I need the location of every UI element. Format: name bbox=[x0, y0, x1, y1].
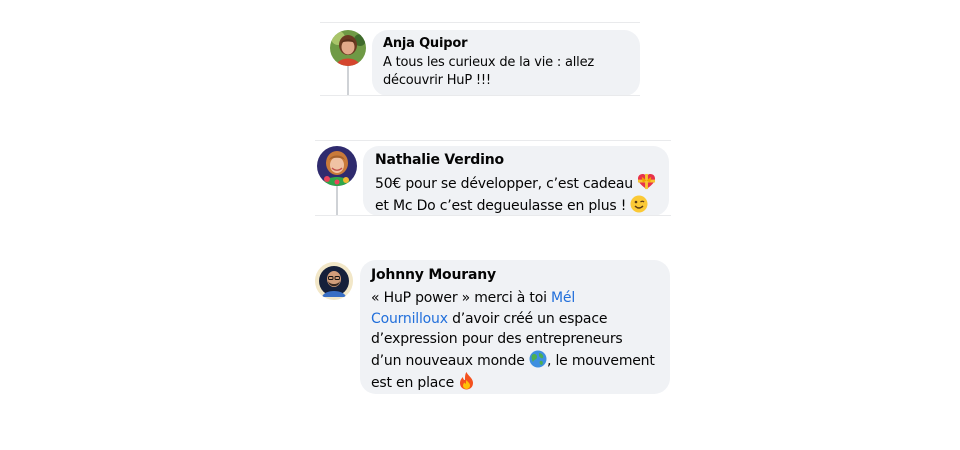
mention-link[interactable]: Mél bbox=[551, 290, 575, 306]
thread-line bbox=[336, 186, 338, 216]
separator bbox=[315, 215, 671, 216]
author-name[interactable]: Anja Quipor bbox=[383, 36, 629, 52]
globe-emoji bbox=[529, 350, 547, 368]
comment-line: , le mouvement bbox=[546, 352, 655, 369]
comment-line: A tous les curieux de la vie : allez bbox=[383, 55, 594, 70]
separator bbox=[315, 140, 671, 141]
author-name[interactable]: Nathalie Verdino bbox=[375, 152, 657, 169]
comment-line: d’un nouveaux monde bbox=[371, 352, 525, 369]
separator bbox=[320, 22, 640, 23]
mention-link[interactable]: Cournilloux bbox=[371, 311, 448, 327]
winking-face-emoji bbox=[630, 195, 648, 213]
comment-line: et Mc Do c’est degueulasse en plus ! bbox=[375, 198, 627, 214]
comment-text: A tous les curieux de la vie : allez déc… bbox=[383, 54, 629, 90]
comment-line: 50€ pour se développer, c’est cadeau bbox=[375, 176, 633, 192]
comment-line: découvrir HuP !!! bbox=[383, 73, 491, 88]
comment-line: est en place bbox=[371, 375, 455, 391]
thread-line bbox=[347, 62, 349, 96]
comment-johnny: Johnny Mourany « HuP power » merci à toi… bbox=[310, 260, 672, 396]
comment-bubble: Johnny Mourany « HuP power » merci à toi… bbox=[360, 260, 670, 394]
comment-line: d’expression pour des entrepreneurs bbox=[371, 331, 623, 347]
comment-text: 50€ pour se développer, c’est cadeau et … bbox=[375, 173, 657, 217]
author-name[interactable]: Johnny Mourany bbox=[371, 267, 659, 284]
comment-line: d’avoir créé un espace bbox=[452, 310, 608, 327]
heart-with-ribbon-emoji bbox=[637, 173, 656, 191]
comment-bubble: Anja Quipor A tous les curieux de la vie… bbox=[372, 30, 640, 96]
comment-anja: Anja Quipor A tous les curieux de la vie… bbox=[320, 22, 640, 96]
comment-text: « HuP power » merci à toi Mél Cournillou… bbox=[371, 288, 659, 394]
avatar[interactable] bbox=[330, 30, 366, 66]
comment-line: « HuP power » merci à toi bbox=[371, 290, 547, 306]
comment-nathalie: Nathalie Verdino 50€ pour se développer,… bbox=[315, 140, 671, 216]
separator bbox=[320, 95, 640, 96]
avatar[interactable] bbox=[317, 146, 357, 186]
avatar[interactable] bbox=[315, 262, 353, 300]
fire-emoji bbox=[458, 371, 475, 390]
comment-bubble: Nathalie Verdino 50€ pour se développer,… bbox=[363, 146, 669, 216]
